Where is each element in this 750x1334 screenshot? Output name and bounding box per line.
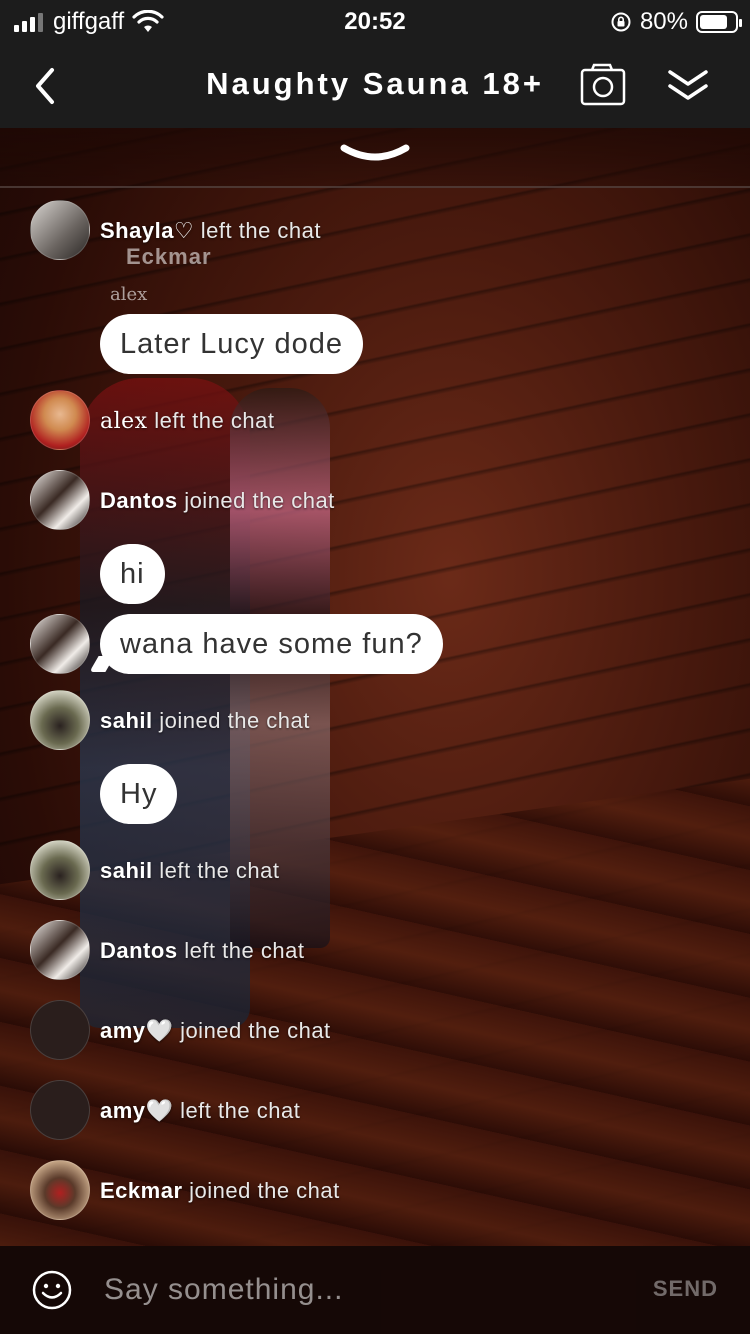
- avatar[interactable]: [30, 470, 90, 530]
- chat-feed[interactable]: Shayla♡ left the chat Eckmar alex Later …: [0, 188, 750, 1246]
- chat-header: Naughty Sauna 18+: [0, 44, 750, 128]
- system-message: Eckmar joined the chat: [100, 1178, 340, 1204]
- avatar[interactable]: [30, 690, 90, 750]
- system-message: sahil left the chat: [100, 858, 280, 884]
- system-text: left the chat: [159, 858, 280, 883]
- system-text: left the chat: [184, 938, 305, 963]
- system-message: Shayla♡ left the chat: [100, 218, 321, 244]
- send-button[interactable]: SEND: [653, 1276, 718, 1302]
- message-bubble[interactable]: wana have some fun?: [100, 614, 443, 674]
- username[interactable]: sahil: [100, 858, 153, 883]
- avatar[interactable]: [30, 390, 90, 450]
- message-bubble[interactable]: hi: [100, 544, 165, 604]
- battery-percent: 80%: [639, 8, 688, 35]
- system-text: left the chat: [154, 408, 275, 433]
- username[interactable]: amy🤍: [100, 1098, 173, 1123]
- avatar[interactable]: [30, 1080, 90, 1140]
- battery-fill: [700, 15, 728, 29]
- double-chevron-down-icon[interactable]: [666, 66, 710, 106]
- status-right: 80%: [610, 0, 742, 44]
- username[interactable]: amy🤍: [100, 1018, 173, 1043]
- message-text: Hy: [120, 777, 158, 810]
- message-bubble[interactable]: Later Lucy dode: [100, 314, 363, 374]
- avatar[interactable]: [30, 1160, 90, 1220]
- status-bar: giffgaff 20:52 80%: [0, 0, 750, 44]
- message-bubble[interactable]: Hy: [100, 764, 178, 824]
- battery-icon: [696, 11, 742, 33]
- system-message: sahil joined the chat: [100, 708, 310, 734]
- message-composer: SEND: [0, 1246, 750, 1334]
- username[interactable]: Dantos: [100, 938, 178, 963]
- system-message: alex left the chat: [100, 408, 274, 434]
- chat-drawer-handle[interactable]: [0, 128, 750, 188]
- chevron-down-icon[interactable]: [340, 140, 410, 174]
- overlay-name-eckmar: Eckmar: [126, 244, 212, 269]
- emoji-icon[interactable]: [32, 1270, 72, 1310]
- sender-name-label: alex: [110, 284, 148, 305]
- system-text: joined the chat: [180, 1018, 331, 1043]
- avatar[interactable]: [30, 1000, 90, 1060]
- back-chevron-icon[interactable]: [28, 64, 68, 108]
- system-message: Dantos left the chat: [100, 938, 304, 964]
- system-text: joined the chat: [184, 488, 335, 513]
- system-text: joined the chat: [189, 1178, 340, 1203]
- system-message: amy🤍 joined the chat: [100, 1018, 331, 1044]
- message-text: hi: [120, 557, 145, 590]
- avatar[interactable]: [30, 200, 90, 260]
- orientation-lock-icon: [611, 12, 631, 32]
- system-text: joined the chat: [159, 708, 310, 733]
- system-text: left the chat: [180, 1098, 301, 1123]
- avatar[interactable]: [30, 840, 90, 900]
- message-text: Later Lucy dode: [120, 327, 343, 360]
- room-title: Naughty Sauna 18+: [206, 66, 544, 101]
- system-message: Dantos joined the chat: [100, 488, 335, 514]
- message-text: wana have some fun?: [120, 627, 423, 660]
- message-input[interactable]: [104, 1266, 604, 1314]
- username[interactable]: Dantos: [100, 488, 178, 513]
- username[interactable]: alex: [100, 409, 148, 434]
- username[interactable]: Eckmar: [100, 1178, 183, 1203]
- system-text: left the chat: [200, 218, 322, 243]
- avatar[interactable]: [30, 920, 90, 980]
- username[interactable]: sahil: [100, 708, 153, 733]
- system-message: amy🤍 left the chat: [100, 1098, 300, 1124]
- camera-icon[interactable]: [580, 62, 626, 108]
- avatar[interactable]: [30, 614, 90, 674]
- username[interactable]: Shayla♡: [100, 218, 194, 243]
